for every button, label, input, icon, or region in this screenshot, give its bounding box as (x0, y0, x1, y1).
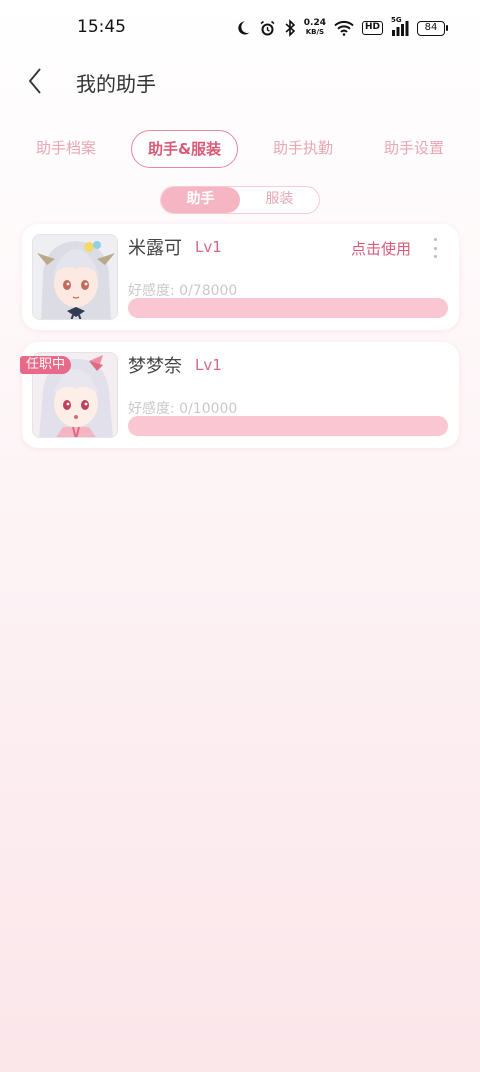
battery-level: 84 (417, 20, 445, 36)
assistant-card[interactable]: 任职中 梦梦奈 Lv1 好感度: 0/10000 (20, 342, 459, 448)
status-icons: 0.24 KB/S HD 5G 84 (235, 16, 448, 38)
wifi-icon (334, 18, 354, 38)
segment-assistant[interactable]: 助手 (161, 187, 240, 213)
header: 我的助手 (0, 56, 480, 106)
tab-assistant-profile[interactable]: 助手档案 (20, 130, 112, 168)
assistant-name: 米露可 (128, 238, 182, 259)
top-tabs: 助手档案 助手&服装 助手执勤 助手设置 (20, 130, 460, 168)
tab-assistant-costume[interactable]: 助手&服装 (130, 130, 239, 168)
bluetooth-icon (284, 18, 296, 38)
status-bar: 15:45 0.24 KB/S HD 5G 84 (0, 0, 480, 56)
affinity-progress-bar (128, 298, 448, 318)
assistant-card[interactable]: 米露可 Lv1 点击使用 好感度: 0/78000 (22, 224, 459, 330)
battery-tip (446, 25, 448, 31)
network-speed: 0.24 KB/S (304, 19, 326, 37)
page-title: 我的助手 (76, 72, 156, 96)
assistant-name: 梦梦奈 (128, 356, 182, 377)
affinity-label: 好感度: 0/78000 (128, 283, 238, 299)
moon-icon (235, 18, 251, 38)
on-duty-badge: 任职中 (20, 356, 72, 374)
back-button[interactable] (20, 64, 50, 98)
status-time: 15:45 (77, 17, 126, 37)
speed-value: 0.24 (303, 18, 326, 28)
speed-unit: KB/S (305, 28, 325, 36)
segment-costume[interactable]: 服装 (240, 187, 319, 213)
battery-indicator: 84 (417, 20, 448, 36)
more-options-icon[interactable] (429, 238, 441, 258)
assistant-level: Lv1 (195, 238, 222, 256)
tab-assistant-duty[interactable]: 助手执勤 (257, 130, 349, 168)
avatar (32, 234, 118, 320)
use-button[interactable]: 点击使用 (351, 238, 411, 259)
chevron-left-icon (28, 68, 41, 94)
affinity-label: 好感度: 0/10000 (128, 401, 238, 417)
affinity-progress-bar (128, 416, 448, 436)
tab-assistant-settings[interactable]: 助手设置 (368, 130, 460, 168)
network-type: 5G (391, 16, 402, 24)
segment-control: 助手 服装 (160, 186, 320, 214)
signal-icon: 5G (391, 16, 409, 38)
alarm-icon (259, 18, 276, 38)
hd-badge: HD (361, 21, 383, 35)
assistant-level: Lv1 (195, 356, 222, 374)
